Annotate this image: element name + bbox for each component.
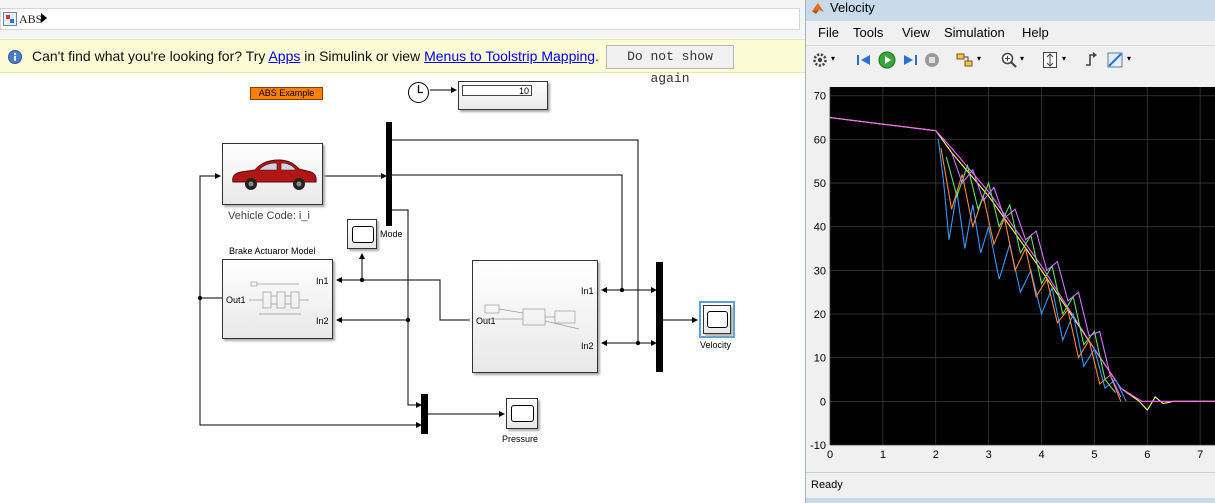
x-tick-label: 3 [986, 449, 992, 461]
y-tick-label: 70 [814, 91, 826, 103]
menu-simulation[interactable]: Simulation [944, 25, 1005, 40]
model-canvas[interactable]: ABS Can't find what you're looking for? … [0, 0, 805, 503]
matlab-icon [812, 3, 824, 14]
zoom-icon[interactable] [1001, 52, 1017, 68]
abs-example-annotation[interactable]: ABS Example [250, 87, 323, 100]
y-tick-label: 40 [814, 222, 826, 234]
y-tick-label: 30 [814, 265, 826, 277]
mode-scope-block[interactable] [347, 219, 377, 249]
y-tick-label: 50 [814, 178, 826, 190]
menu-view[interactable]: View [902, 25, 930, 40]
highlight-dropdown-icon[interactable]: ▾ [977, 54, 981, 63]
plot-area: 0 1 2 3 4 5 6 7 -10 0 10 20 30 40 50 60 70 [806, 75, 1215, 472]
brake-in1-port: In1 [316, 276, 329, 286]
menu-help[interactable]: Help [1022, 25, 1049, 40]
velocity-label: Velocity [700, 340, 732, 350]
subsystem-preview-icon [249, 281, 309, 315]
car-icon [232, 159, 317, 190]
measurements-icon[interactable] [1106, 51, 1124, 69]
pressure-scope-block[interactable] [506, 398, 538, 429]
scale-dropdown-icon[interactable]: ▾ [1062, 54, 1066, 63]
brake-in2-port: In2 [316, 316, 329, 326]
scale-axes-icon[interactable] [1042, 51, 1058, 69]
x-tick-label: 4 [1038, 449, 1044, 461]
clock-icon[interactable] [407, 81, 430, 104]
subsystem-preview-icon [483, 304, 580, 330]
scope-screen-icon [511, 405, 534, 422]
abs-controller-subsystem[interactable]: Out1 In1 In2 [472, 260, 598, 373]
y-tick-label: 60 [814, 134, 826, 146]
vehicle-block[interactable] [222, 143, 323, 205]
y-tick-label: 20 [814, 309, 826, 321]
status-bar: Ready [806, 472, 1215, 498]
menu-file[interactable]: File [818, 25, 839, 40]
vehicle-label: Vehicle Code: i_i [228, 210, 310, 222]
scope-screen-icon [352, 226, 374, 243]
triggers-icon[interactable] [1084, 51, 1100, 69]
brake-out1-port: Out1 [226, 295, 246, 305]
menu-bar: File Tools View Simulation Help [806, 21, 1215, 45]
step-back-icon[interactable] [856, 52, 872, 68]
y-tick-label: 0 [820, 396, 826, 408]
x-tick-label: 6 [1144, 449, 1150, 461]
y-tick-label: 10 [814, 353, 826, 365]
menu-tools[interactable]: Tools [853, 25, 883, 40]
display-value: 10 [462, 85, 532, 96]
display-block[interactable]: 10 [458, 81, 548, 110]
sub-in2-port: In2 [581, 341, 594, 351]
brake-actuator-block[interactable]: Out1 In1 In2 [222, 259, 333, 339]
x-tick-label: 5 [1091, 449, 1097, 461]
y-tick-label: -10 [810, 440, 826, 452]
stop-icon[interactable] [924, 52, 940, 68]
window-title: Velocity [830, 0, 875, 15]
scope-screen-icon [707, 311, 728, 328]
velocity-scope-selection[interactable] [699, 301, 735, 338]
velocity-scope-block[interactable] [703, 305, 731, 334]
pressure-label: Pressure [502, 434, 539, 444]
x-tick-label: 0 [827, 449, 833, 461]
scope-window[interactable]: Velocity File Tools View Simulation Help… [805, 0, 1215, 503]
status-text: Ready [811, 479, 843, 491]
plot-background [830, 87, 1215, 445]
measurements-dropdown-icon[interactable]: ▾ [1127, 54, 1131, 63]
scope-toolbar: ▾ ▾ ▾ ▾ ▾ [806, 45, 1215, 76]
run-icon[interactable] [878, 51, 896, 69]
velocity-plot[interactable]: 0 1 2 3 4 5 6 7-10010203040506070 [806, 75, 1215, 472]
brake-title: Brake Actuaror Model [229, 246, 316, 256]
zoom-dropdown-icon[interactable]: ▾ [1020, 54, 1024, 63]
signal-lines [197, 87, 698, 434]
x-tick-label: 2 [933, 449, 939, 461]
x-tick-label: 1 [880, 449, 886, 461]
settings-dropdown-icon[interactable]: ▾ [831, 54, 835, 63]
settings-gear-icon[interactable] [812, 52, 828, 68]
mode-label: Mode [380, 229, 403, 239]
x-tick-label: 7 [1197, 449, 1203, 461]
highlight-block-icon[interactable] [956, 52, 974, 68]
step-forward-icon[interactable] [902, 52, 918, 68]
sub-in1-port: In1 [581, 286, 594, 296]
